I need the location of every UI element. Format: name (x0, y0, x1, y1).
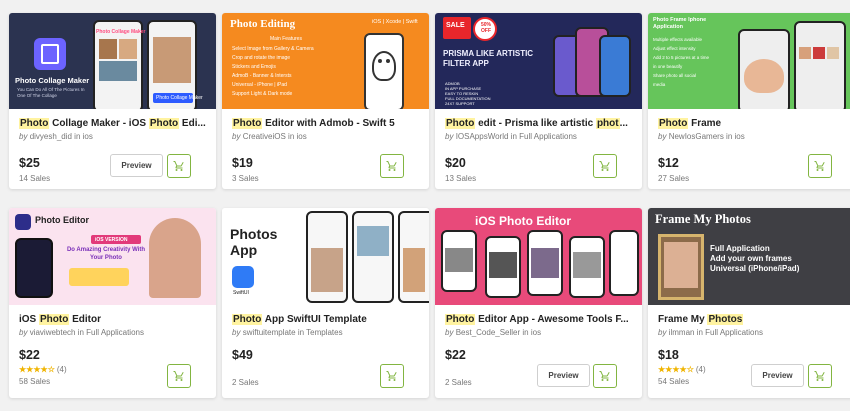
thumbnail-badge: Do Amazing Creativity With Your Photo (66, 247, 146, 261)
category-link[interactable]: Full Applications (519, 132, 577, 141)
add-to-cart-button[interactable] (593, 364, 617, 388)
thumbnail-discount: 50% OFF (480, 22, 491, 34)
author-link[interactable]: NewIosGamers (669, 132, 724, 141)
category-link[interactable]: ios (83, 132, 93, 141)
product-card[interactable]: Photo Editing iOS | Xcode | Swift Main F… (222, 13, 429, 189)
product-thumbnail[interactable]: Photo Frame Iphone Application Multiple … (648, 13, 850, 109)
thumbnail-heading: iOS Photo Editor (475, 214, 571, 228)
category-link[interactable]: Full Applications (705, 328, 763, 337)
author-link[interactable]: IOSAppsWorld (456, 132, 509, 141)
thumbnail-feature-list: Full Application Add your own frames Uni… (710, 244, 800, 273)
product-thumbnail[interactable]: SALE 50% OFF PRISMA LIKE ARTISTIC FILTER… (435, 13, 642, 109)
cart-icon (814, 161, 825, 171)
thumbnail-badge: Photo Collage Maker (156, 95, 203, 101)
product-title[interactable]: iOS Photo Editor (19, 313, 206, 326)
category-link[interactable]: ios (531, 328, 541, 337)
thumbnail-heading: Photos App (230, 226, 278, 258)
cart-icon (599, 161, 610, 171)
product-title[interactable]: Photo Frame (658, 117, 845, 130)
product-grid: Photo Collage Maker You Can Do All Of Th… (0, 0, 850, 411)
product-card[interactable]: iOS Photo Editor Photo Editor App - Awes… (435, 208, 642, 398)
product-thumbnail[interactable]: Photos App SwiftUI (222, 208, 429, 305)
author-link[interactable]: CreativeiOS (243, 132, 286, 141)
thumbnail-badge: SALE (446, 22, 465, 29)
thumbnail-badge: SwiftUI (233, 290, 249, 296)
rating-count: (4) (695, 365, 706, 374)
cart-icon (386, 161, 397, 171)
category-link[interactable]: ios (296, 132, 306, 141)
product-card[interactable]: Frame My Photos Full Application Add you… (648, 208, 850, 398)
product-title[interactable]: Photo edit - Prisma like artistic phot..… (445, 117, 632, 130)
product-price: $18 (658, 348, 679, 362)
product-thumbnail[interactable]: Frame My Photos Full Application Add you… (648, 208, 850, 305)
product-thumbnail[interactable]: iOS Photo Editor (435, 208, 642, 305)
product-author: by Best_Code_Seller in ios (445, 328, 542, 337)
add-to-cart-button[interactable] (167, 154, 191, 178)
product-thumbnail[interactable]: Photo Editing iOS | Xcode | Swift Main F… (222, 13, 429, 109)
add-to-cart-button[interactable] (808, 364, 832, 388)
product-author: by IOSAppsWorld in Full Applications (445, 132, 577, 141)
cart-icon (173, 161, 184, 171)
product-author: by NewIosGamers in ios (658, 132, 745, 141)
thumbnail-heading: Frame My Photos (655, 212, 751, 226)
thumbnail-heading: Photo Frame Iphone Application (653, 17, 707, 30)
thumbnail-heading: Photo Editor (35, 215, 89, 225)
author-link[interactable]: ilmman (669, 328, 695, 337)
thumbnail-subtext: iOS | Xcode | Swift (372, 19, 418, 25)
product-title[interactable]: Photo App SwiftUI Template (232, 313, 419, 326)
thumbnail-subtext: iOS VERSION (95, 236, 128, 243)
category-link[interactable]: Full Applications (86, 328, 144, 337)
thumbnail-feature-list: Select Image from Gallery & Camera Crop … (232, 46, 314, 97)
author-link[interactable]: swiftuitemplate (243, 328, 296, 337)
thumbnail-heading: Photo Collage Maker (15, 76, 90, 85)
thumbnail-heading: PRISMA LIKE ARTISTIC FILTER APP (443, 49, 534, 68)
author-link[interactable]: viaviwebtech (30, 328, 76, 337)
product-thumbnail[interactable]: Photo Collage Maker You Can Do All Of Th… (9, 13, 216, 109)
cart-icon (814, 371, 825, 381)
product-price: $22 (445, 348, 466, 362)
product-price: $49 (232, 348, 253, 362)
preview-button[interactable]: Preview (751, 364, 804, 387)
product-card[interactable]: SALE 50% OFF PRISMA LIKE ARTISTIC FILTER… (435, 13, 642, 189)
thumbnail-feature-list: Multiple effects available Adjust effect… (653, 37, 710, 87)
product-author: by ilmman in Full Applications (658, 328, 763, 337)
add-to-cart-button[interactable] (167, 364, 191, 388)
product-author: by viaviwebtech in Full Applications (19, 328, 144, 337)
product-title[interactable]: Frame My Photos (658, 313, 845, 326)
add-to-cart-button[interactable] (593, 154, 617, 178)
cart-icon (599, 371, 610, 381)
author-link[interactable]: divyesh_did (30, 132, 72, 141)
category-link[interactable]: Templates (306, 328, 342, 337)
preview-button[interactable]: Preview (537, 364, 590, 387)
product-card[interactable]: Photos App SwiftUI Photo App SwiftUI Tem… (222, 208, 429, 398)
product-price: $22 (19, 348, 40, 362)
cart-icon (386, 371, 397, 381)
preview-button[interactable]: Preview (110, 154, 163, 177)
product-title[interactable]: Photo Collage Maker - iOS Photo Edi... (19, 117, 206, 130)
add-to-cart-button[interactable] (380, 364, 404, 388)
category-link[interactable]: ios (734, 132, 744, 141)
product-author: by swiftuitemplate in Templates (232, 328, 343, 337)
product-card[interactable]: Photo Frame Iphone Application Multiple … (648, 13, 850, 189)
cart-icon (173, 371, 184, 381)
product-author: by divyesh_did in ios (19, 132, 93, 141)
product-title[interactable]: Photo Editor with Admob - Swift 5 (232, 117, 419, 130)
product-card[interactable]: Photo Collage Maker You Can Do All Of Th… (9, 13, 216, 189)
product-title[interactable]: Photo Editor App - Awesome Tools F... (445, 313, 632, 326)
thumbnail-subtext: You Can Do All Of The Pictures In One Of… (17, 87, 85, 98)
add-to-cart-button[interactable] (380, 154, 404, 178)
add-to-cart-button[interactable] (808, 154, 832, 178)
product-author: by CreativeiOS in ios (232, 132, 307, 141)
product-card[interactable]: Photo Editor iOS VERSION Do Amazing Crea… (9, 208, 216, 398)
thumbnail-heading: Photo Editing (230, 18, 296, 30)
author-link[interactable]: Best_Code_Seller (456, 328, 520, 337)
product-thumbnail[interactable]: Photo Editor iOS VERSION Do Amazing Crea… (9, 208, 216, 305)
thumbnail-badge: Main Features (270, 36, 302, 42)
rating-count: (4) (56, 365, 67, 374)
thumbnail-feature-list: ADMOB IN APP PURCHASE EASY TO RESKIN FUL… (445, 81, 491, 106)
